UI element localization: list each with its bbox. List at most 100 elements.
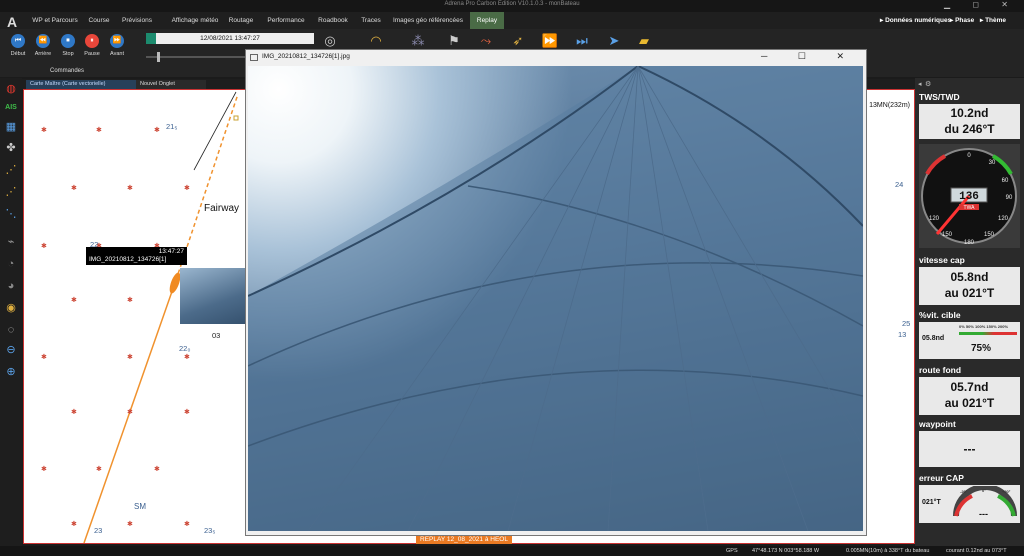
left-toolbar: ◍ AIS ▦ ✤ ⋰ ⋰ ⋱ ⌁ ◔ ◕ ◉ ◌ ⊖ ⊕ [0, 78, 22, 548]
propeller-icon[interactable]: ✤ [2, 140, 20, 157]
menu-wp-parcours[interactable]: WP et Parcours [27, 12, 83, 29]
replay-route-icon[interactable]: ⤳ [476, 32, 496, 50]
depth-sounding: 03 [212, 331, 221, 340]
pause-icon: ⏸ [85, 34, 99, 48]
waypoint-marker-icon[interactable] [233, 115, 239, 121]
buoy-icon: ✱ [41, 466, 47, 473]
erreur-cap-title: erreur CAP [919, 473, 964, 483]
buoy-icon: ✱ [127, 297, 133, 304]
buoy-icon: ✱ [71, 521, 77, 528]
buoy-icon: ✱ [184, 409, 190, 416]
folder-icon[interactable]: ▰ [634, 32, 654, 50]
buoy-icon: ✱ [41, 127, 47, 134]
waypoint-title: waypoint [919, 419, 956, 429]
chart-scale: 13MN(232m) [869, 102, 910, 109]
depth-sounding: 24 [895, 180, 904, 189]
erreur-cap-display: 021°T -20° 0° +20° --- [919, 485, 1020, 523]
current-info: courant 0.12nd au 073°T [946, 548, 1007, 554]
buoy-icon: ✱ [154, 127, 160, 134]
buoy-icon: ✱ [96, 127, 102, 134]
route-edit-3-icon[interactable]: ⋱ [2, 206, 20, 223]
menu-donnees-numeriques[interactable]: ▸ Données numériques [880, 12, 951, 29]
buoy-icon: ✱ [71, 409, 77, 416]
buoy-icon: ✱ [154, 466, 160, 473]
svg-text:120: 120 [998, 216, 1009, 222]
depth-sounding: 23₅ [204, 526, 216, 535]
marks-icon[interactable]: ⁂ [408, 32, 428, 50]
performance-gauge-icon[interactable]: ◠ [366, 32, 386, 50]
map-tools-icon[interactable]: ▦ [2, 119, 20, 136]
measure-icon[interactable]: ⌁ [2, 234, 20, 251]
circle-tool-icon[interactable]: ◔ [2, 256, 20, 273]
photo-thumbnail[interactable] [180, 268, 250, 324]
wind-arrow-icon[interactable]: ➶ [508, 32, 528, 50]
position-icon[interactable]: ➤ [604, 32, 624, 50]
forward-icon[interactable]: ⏩ [540, 32, 560, 50]
buoy-icon: ✱ [184, 354, 190, 361]
svg-text:150: 150 [942, 232, 953, 238]
menu-traces[interactable]: Traces [356, 12, 386, 29]
title-bar: Adrena Pro Carbon Edition V10.1.0.3 - mo… [0, 0, 1024, 12]
menu-previsions[interactable]: Prévisions [116, 12, 158, 29]
wind-angle-dial: 136 TWA 0 30 60 90 120 150 180 150 120 [919, 144, 1020, 248]
lifebuoy-icon[interactable]: ◍ [2, 81, 20, 98]
route-fond-display: 05.7nd au 021°T [919, 377, 1020, 415]
svg-text:30: 30 [989, 160, 996, 166]
buoy-icon: ✱ [184, 521, 190, 528]
menu-roadbook[interactable]: Roadbook [312, 12, 354, 29]
speed-dial-icon[interactable]: ◎ [320, 32, 340, 50]
panel-settings-icon[interactable]: ⚙ [925, 80, 931, 88]
status-bar: GPS 47°48.173 N 003°58.188 W 0.005MN(10m… [0, 546, 1024, 556]
menu-course[interactable]: Course [84, 12, 114, 29]
zoom-in-icon[interactable]: ⊕ [2, 364, 20, 381]
panel-nav-icon[interactable]: ◂ [918, 80, 922, 88]
debut-button[interactable]: ⏮ Début [7, 34, 29, 57]
pause-button[interactable]: ⏸ Pause [81, 34, 103, 57]
depth-sounding: 22₀ [179, 344, 191, 353]
menu-images-geo[interactable]: Images géo référencées [390, 12, 466, 29]
svg-text:0°: 0° [982, 488, 986, 493]
circle-tool-2-icon[interactable]: ◕ [2, 278, 20, 295]
buoy-icon: ✱ [127, 521, 133, 528]
buoy-icon: ✱ [71, 297, 77, 304]
zoom-out-icon[interactable]: ⊖ [2, 342, 20, 359]
menu-affichage-meteo[interactable]: Affichage météo [160, 12, 230, 29]
tws-twd-title: TWS/TWD [919, 92, 960, 102]
buoy-icon: ✱ [71, 185, 77, 192]
vit-cible-title: %vit. cible [919, 310, 961, 320]
finish-flag-icon[interactable]: ⚑ [444, 32, 464, 50]
route-edit-2-icon[interactable]: ⋰ [2, 184, 20, 201]
svg-text:150: 150 [984, 232, 995, 238]
buoy-icon: ✱ [127, 409, 133, 416]
ais-icon[interactable]: AIS [2, 99, 20, 116]
window-controls[interactable]: ▁ ◻ ✕ [944, 0, 1018, 9]
image-file-icon [250, 54, 258, 61]
spinnaker-photo [248, 66, 863, 531]
depth-sounding: 25 [902, 319, 911, 328]
menu-routage[interactable]: Routage [224, 12, 258, 29]
rewind-icon: ⏪ [36, 34, 50, 48]
cursor-info: 0.005MN(10m) à 338°T du bateau [846, 548, 930, 554]
depth-sounding: 21₅ [166, 122, 178, 131]
svg-text:120: 120 [929, 216, 940, 222]
avant-button[interactable]: ⏩ Avant [106, 34, 128, 57]
stop-button[interactable]: ⏹ Stop [57, 34, 79, 57]
image-viewer-window[interactable]: IMG_20210812_134726[1].jpg ─ ☐ ✕ [245, 49, 867, 536]
select-tool-icon[interactable]: ◌ [2, 322, 20, 339]
compass-tool-icon[interactable]: ◉ [2, 300, 20, 317]
image-viewer-controls[interactable]: ─ ☐ ✕ [761, 51, 858, 62]
menu-theme[interactable]: ▸ Thème [980, 12, 1006, 29]
grid-forward-icon[interactable]: ⏭ [572, 32, 592, 50]
menu-performance[interactable]: Performance [262, 12, 310, 29]
wind-angle-value: 136 [959, 191, 979, 203]
menu-phase[interactable]: ▸ Phase [950, 12, 974, 29]
instrument-panel: ◂ ⚙ TWS/TWD 10.2nd du 246°T 136 TWA 0 30… [915, 78, 1024, 548]
replay-slider-handle[interactable] [157, 52, 160, 62]
arriere-button[interactable]: ⏪ Arrière [32, 34, 54, 57]
replay-time-field[interactable]: 12/08/2021 13:47:27 [146, 33, 314, 44]
svg-text:+20°: +20° [1002, 489, 1011, 494]
vitesse-cap-display: 05.8nd au 021°T [919, 267, 1020, 305]
route-edit-icon[interactable]: ⋰ [2, 162, 20, 179]
sail-drawing [248, 66, 863, 531]
menu-replay[interactable]: Replay [470, 12, 504, 29]
